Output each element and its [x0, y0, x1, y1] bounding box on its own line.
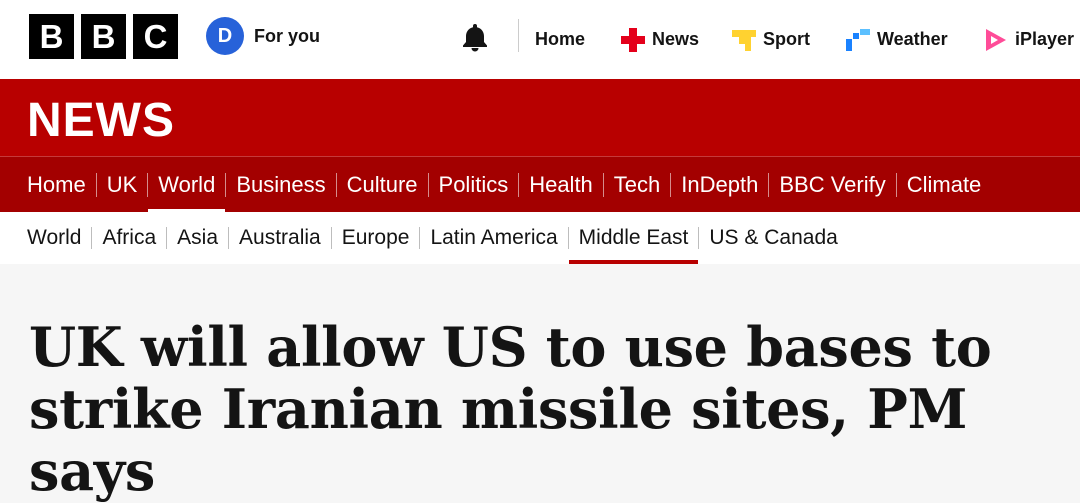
- avatar: D: [206, 17, 244, 55]
- topnav-sport[interactable]: Sport: [731, 0, 810, 79]
- subnav-item-middle-east[interactable]: Middle East: [568, 212, 699, 264]
- news-brand-title[interactable]: NEWS: [27, 93, 175, 148]
- topnav-news[interactable]: News: [620, 0, 699, 79]
- logo-letter-b2: B: [81, 14, 126, 59]
- sport-icon: [732, 29, 756, 51]
- weather-icon: [846, 28, 870, 51]
- topnav-weather-label: Weather: [877, 29, 948, 49]
- top-bar: B B C D For you Home News Sport Weather …: [0, 0, 1080, 79]
- iplayer-icon: [986, 28, 1006, 51]
- news-banner: NEWS Home UK World Business Culture Poli…: [0, 79, 1080, 214]
- topnav-sport-label: Sport: [763, 29, 810, 49]
- topnav-home[interactable]: Home: [535, 0, 585, 79]
- topnav-iplayer[interactable]: iPlayer: [983, 0, 1074, 79]
- secondary-nav: World Africa Asia Australia Europe Latin…: [0, 212, 1080, 264]
- subnav-item-latin-america[interactable]: Latin America: [420, 212, 567, 264]
- for-you-label: For you: [254, 25, 320, 46]
- news-icon: [621, 27, 645, 52]
- article-headline: UK will allow US to use bases to strike …: [29, 315, 992, 503]
- topnav-news-label: News: [652, 29, 700, 49]
- nav-item-culture[interactable]: Culture: [337, 157, 428, 213]
- subnav-item-africa[interactable]: Africa: [92, 212, 166, 264]
- nav-item-uk[interactable]: UK: [97, 157, 148, 213]
- nav-item-world[interactable]: World: [148, 157, 226, 214]
- logo-letter-b1: B: [29, 14, 74, 59]
- subnav-item-europe[interactable]: Europe: [332, 212, 420, 264]
- notifications-bell-icon[interactable]: [459, 21, 491, 53]
- subnav-item-world[interactable]: World: [17, 212, 91, 264]
- topnav-iplayer-label: iPlayer: [1015, 29, 1075, 49]
- nav-item-home[interactable]: Home: [17, 157, 96, 213]
- bbc-logo[interactable]: B B C: [29, 14, 178, 59]
- topnav-weather[interactable]: Weather: [845, 0, 948, 79]
- nav-item-climate[interactable]: Climate: [897, 157, 992, 213]
- topbar-divider: [518, 19, 519, 52]
- account-button[interactable]: D For you: [206, 17, 320, 55]
- subnav-item-australia[interactable]: Australia: [229, 212, 331, 264]
- nav-item-tech[interactable]: Tech: [604, 157, 670, 213]
- nav-item-politics[interactable]: Politics: [429, 157, 519, 213]
- nav-item-health[interactable]: Health: [519, 157, 603, 213]
- logo-letter-c: C: [133, 14, 178, 59]
- topnav-home-label: Home: [535, 29, 586, 49]
- primary-nav: Home UK World Business Culture Politics …: [0, 156, 1080, 214]
- nav-item-business[interactable]: Business: [226, 157, 335, 213]
- subnav-item-us-canada[interactable]: US & Canada: [699, 212, 847, 264]
- primary-nav-list: Home UK World Business Culture Politics …: [17, 157, 992, 214]
- nav-item-indepth[interactable]: InDepth: [671, 157, 768, 213]
- subnav-item-asia[interactable]: Asia: [167, 212, 228, 264]
- nav-item-bbc-verify[interactable]: BBC Verify: [769, 157, 895, 213]
- secondary-nav-list: World Africa Asia Australia Europe Latin…: [17, 212, 848, 264]
